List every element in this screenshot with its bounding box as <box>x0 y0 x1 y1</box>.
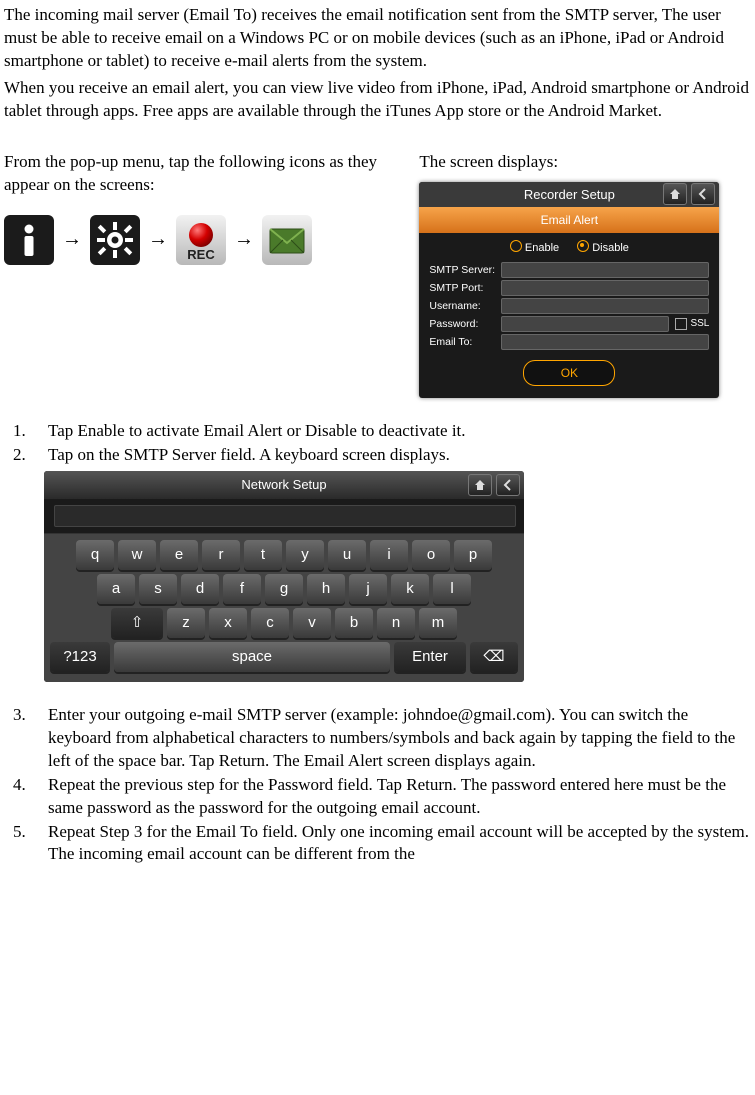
step-3: Enter your outgoing e-mail SMTP server (… <box>30 704 751 773</box>
key-k[interactable]: k <box>391 574 429 604</box>
key-j[interactable]: j <box>349 574 387 604</box>
home-icon[interactable] <box>468 474 492 496</box>
recorder-setup-title: Recorder Setup <box>524 186 615 204</box>
settings-icon[interactable] <box>90 215 140 265</box>
smtp-server-label: SMTP Server: <box>429 263 501 277</box>
emailto-input[interactable] <box>501 334 709 350</box>
right-column-text: The screen displays: <box>419 151 751 174</box>
key-t[interactable]: t <box>244 540 282 570</box>
key-d[interactable]: d <box>181 574 219 604</box>
key-n[interactable]: n <box>377 608 415 638</box>
recorder-setup-screen: Recorder Setup Email Alert Enable Disabl… <box>419 182 719 399</box>
key-p[interactable]: p <box>454 540 492 570</box>
key-g[interactable]: g <box>265 574 303 604</box>
ok-button[interactable]: OK <box>523 360 615 386</box>
key-c[interactable]: c <box>251 608 289 638</box>
key-q[interactable]: q <box>76 540 114 570</box>
info-icon[interactable] <box>4 215 54 265</box>
steps-list-continued: Enter your outgoing e-mail SMTP server (… <box>4 704 751 867</box>
key-f[interactable]: f <box>223 574 261 604</box>
key-u[interactable]: u <box>328 540 366 570</box>
alert-record-icon[interactable]: REC <box>176 215 226 265</box>
key-i[interactable]: i <box>370 540 408 570</box>
key-e[interactable]: e <box>160 540 198 570</box>
home-icon[interactable] <box>663 183 687 205</box>
key-s[interactable]: s <box>139 574 177 604</box>
steps-list: Tap Enable to activate Email Alert or Di… <box>4 420 751 467</box>
left-column-text: From the pop-up menu, tap the following … <box>4 151 409 197</box>
smtp-port-input[interactable] <box>501 280 709 296</box>
enable-radio[interactable]: Enable <box>510 239 559 256</box>
key-mode-switch[interactable]: ?123 <box>50 642 110 672</box>
key-space[interactable]: space <box>114 642 390 672</box>
key-backspace[interactable]: ⌫ <box>470 642 518 672</box>
smtp-port-label: SMTP Port: <box>429 281 501 295</box>
key-o[interactable]: o <box>412 540 450 570</box>
username-label: Username: <box>429 299 501 313</box>
key-w[interactable]: w <box>118 540 156 570</box>
arrow-icon: → <box>234 226 254 253</box>
icon-navigation-row: → → REC → <box>4 215 409 265</box>
step-4: Repeat the previous step for the Passwor… <box>30 774 751 820</box>
key-h[interactable]: h <box>307 574 345 604</box>
smtp-server-input[interactable] <box>501 262 709 278</box>
email-alert-tab[interactable]: Email Alert <box>419 207 719 233</box>
key-y[interactable]: y <box>286 540 324 570</box>
step-5: Repeat Step 3 for the Email To field. On… <box>30 821 751 867</box>
key-l[interactable]: l <box>433 574 471 604</box>
key-enter[interactable]: Enter <box>394 642 466 672</box>
arrow-icon: → <box>62 226 82 253</box>
key-v[interactable]: v <box>293 608 331 638</box>
network-setup-title: Network Setup <box>241 476 326 494</box>
password-input[interactable] <box>501 316 669 332</box>
keyboard-text-input[interactable] <box>54 505 516 527</box>
back-icon[interactable] <box>691 183 715 205</box>
username-input[interactable] <box>501 298 709 314</box>
step-2: Tap on the SMTP Server field. A keyboard… <box>30 444 751 467</box>
intro-paragraph-1: The incoming mail server (Email To) rece… <box>4 4 751 73</box>
back-icon[interactable] <box>496 474 520 496</box>
disable-radio[interactable]: Disable <box>577 239 629 256</box>
key-x[interactable]: x <box>209 608 247 638</box>
svg-text:REC: REC <box>187 247 215 262</box>
key-b[interactable]: b <box>335 608 373 638</box>
key-a[interactable]: a <box>97 574 135 604</box>
email-icon[interactable] <box>262 215 312 265</box>
intro-paragraph-2: When you receive an email alert, you can… <box>4 77 751 123</box>
key-z[interactable]: z <box>167 608 205 638</box>
network-setup-keyboard-screen: Network Setup q w e r t y u i o p a s d … <box>44 471 524 682</box>
key-r[interactable]: r <box>202 540 240 570</box>
step-1: Tap Enable to activate Email Alert or Di… <box>30 420 751 443</box>
key-shift[interactable]: ⇧ <box>111 608 163 638</box>
arrow-icon: → <box>148 226 168 253</box>
ssl-checkbox[interactable]: SSL <box>675 317 709 331</box>
emailto-label: Email To: <box>429 335 501 349</box>
password-label: Password: <box>429 317 501 331</box>
key-m[interactable]: m <box>419 608 457 638</box>
